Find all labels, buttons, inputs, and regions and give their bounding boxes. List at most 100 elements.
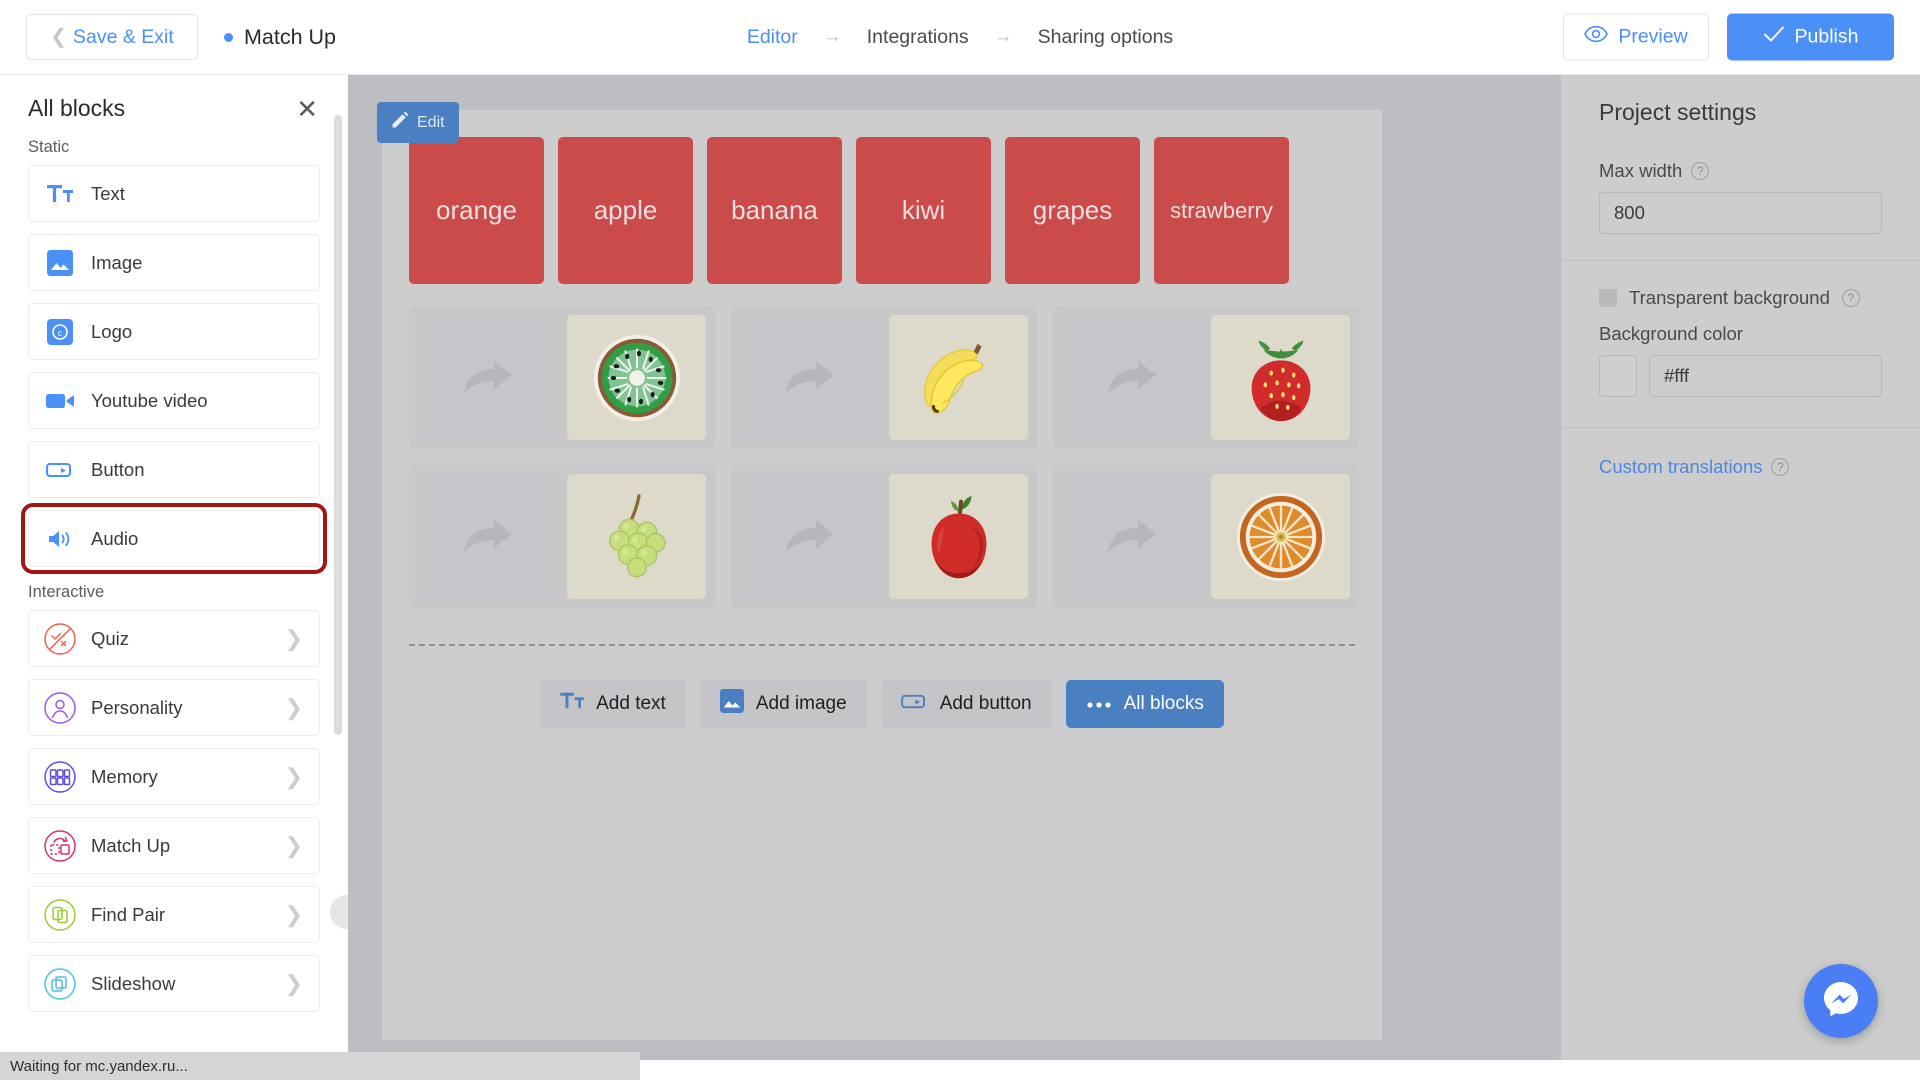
color-swatch[interactable] (1599, 355, 1637, 397)
chevron-right-icon: ❯ (284, 901, 303, 927)
transparent-background-label: Transparent background (1629, 287, 1830, 308)
drop-zone[interactable] (418, 315, 557, 440)
drop-zone[interactable] (1062, 315, 1201, 440)
block-item-image[interactable]: Image (28, 234, 320, 291)
add-button-label: Add button (939, 693, 1032, 714)
slideshow-icon (29, 967, 91, 1001)
status-bar: Waiting for mc.yandex.ru... (0, 1052, 640, 1080)
block-item-label: Logo (91, 320, 133, 342)
all-blocks-title: All blocks (28, 95, 126, 121)
image-cell-banana[interactable] (889, 315, 1028, 440)
block-item-youtube-video[interactable]: Youtube video (28, 372, 320, 429)
help-icon[interactable]: ? (1691, 162, 1710, 180)
drag-arrow-icon (463, 519, 512, 552)
drop-zone[interactable] (740, 474, 879, 599)
block-item-memory[interactable]: Memory ❯ (28, 748, 320, 805)
matchup-icon (29, 829, 91, 863)
drag-arrow-icon (1107, 360, 1156, 393)
block-item-label: Text (91, 182, 125, 204)
image-cell-grapes[interactable] (567, 474, 706, 599)
all-blocks-button[interactable]: All blocks (1065, 680, 1224, 728)
transparent-background-checkbox[interactable] (1599, 289, 1617, 307)
word-card-label: orange (436, 195, 517, 225)
close-icon[interactable]: ✕ (296, 96, 318, 122)
block-item-quiz[interactable]: Quiz ❯ (28, 610, 320, 667)
image-cell-kiwi[interactable] (567, 315, 706, 440)
breadcrumb: Editor → Integrations → Sharing options (747, 26, 1173, 49)
block-item-audio[interactable]: Audio (21, 503, 327, 574)
image-cell-apple[interactable] (889, 474, 1028, 599)
breadcrumb-item-editor[interactable]: Editor (747, 26, 798, 49)
max-width-group: Max width ? (1561, 160, 1920, 234)
messenger-chat-button[interactable] (1804, 964, 1878, 1038)
video-icon (29, 391, 91, 411)
orange-image (1236, 492, 1325, 581)
word-card-orange[interactable]: Edit orange (377, 102, 544, 284)
add-image-button[interactable]: Add image (699, 680, 867, 728)
block-item-text[interactable]: Text (28, 165, 320, 222)
chevron-left-icon: ❮ (50, 26, 67, 48)
word-card-banana[interactable]: banana (707, 137, 842, 284)
eye-icon (1584, 25, 1609, 49)
breadcrumb-arrow-icon: → (822, 26, 842, 47)
add-image-label: Add image (755, 693, 847, 714)
drop-zone[interactable] (418, 474, 557, 599)
chevron-right-icon: ❯ (284, 625, 303, 651)
word-card-row: Edit orange apple banana kiwi grapes str… (377, 102, 1382, 284)
pair-box[interactable] (1053, 306, 1359, 449)
background-color-input[interactable] (1649, 355, 1882, 397)
publish-label: Publish (1794, 25, 1859, 48)
max-width-input[interactable] (1599, 192, 1882, 234)
strawberry-image (1251, 340, 1310, 421)
save-and-exit-button[interactable]: ❮ Save & Exit (26, 14, 198, 60)
block-item-personality[interactable]: Personality ❯ (28, 679, 320, 736)
breadcrumb-item-integrations[interactable]: Integrations (867, 26, 969, 49)
custom-translations-link[interactable]: Custom translations ? (1599, 456, 1882, 478)
block-item-label: Audio (91, 527, 139, 549)
transparent-background-row[interactable]: Transparent background ? (1599, 287, 1882, 309)
kiwi-image (593, 334, 680, 421)
preview-label: Preview (1618, 25, 1688, 48)
add-text-button[interactable]: Add text (540, 680, 686, 728)
edit-block-button[interactable]: Edit (377, 102, 459, 143)
pair-box[interactable] (731, 306, 1037, 449)
pair-box[interactable] (731, 465, 1037, 608)
text-icon (29, 183, 91, 205)
image-cell-orange[interactable] (1211, 474, 1350, 599)
personality-icon (29, 691, 91, 725)
pair-box[interactable] (1053, 465, 1359, 608)
drop-zone[interactable] (740, 315, 879, 440)
breadcrumb-item-sharing-options[interactable]: Sharing options (1038, 26, 1174, 49)
background-color-label: Background color (1599, 323, 1743, 344)
add-block-toolbar: Add text Add image Add button All blocks (382, 680, 1382, 728)
help-icon[interactable]: ? (1771, 458, 1790, 476)
word-card-grapes[interactable]: grapes (1005, 137, 1140, 284)
pencil-icon (391, 111, 409, 134)
project-name[interactable]: Match Up (224, 25, 336, 50)
word-card-apple[interactable]: apple (558, 137, 693, 284)
pair-box[interactable] (409, 306, 715, 449)
audio-icon (29, 528, 91, 550)
block-item-match-up[interactable]: Match Up ❯ (28, 817, 320, 874)
findpair-icon (29, 898, 91, 932)
block-item-button[interactable]: Button (28, 441, 320, 498)
block-item-find-pair[interactable]: Find Pair ❯ (28, 886, 320, 943)
panel-scrollbar[interactable] (334, 115, 342, 735)
image-cell-strawberry[interactable] (1211, 315, 1350, 440)
drag-arrow-icon (463, 360, 512, 393)
block-item-slideshow[interactable]: Slideshow ❯ (28, 955, 320, 1012)
help-icon[interactable]: ? (1841, 289, 1860, 307)
word-card-kiwi[interactable]: kiwi (856, 137, 991, 284)
preview-button[interactable]: Preview (1563, 13, 1709, 61)
add-button-button[interactable]: Add button (880, 680, 1052, 728)
publish-button[interactable]: Publish (1727, 13, 1894, 61)
drag-arrow-icon (785, 519, 834, 552)
edit-label: Edit (417, 113, 445, 131)
block-item-label: Youtube video (91, 389, 208, 411)
status-bar-text: Waiting for mc.yandex.ru... (10, 1057, 188, 1075)
word-card-strawberry[interactable]: strawberry (1154, 137, 1289, 284)
word-card-label: banana (731, 195, 818, 225)
block-item-logo[interactable]: c Logo (28, 303, 320, 360)
pair-box[interactable] (409, 465, 715, 608)
drop-zone[interactable] (1062, 474, 1201, 599)
